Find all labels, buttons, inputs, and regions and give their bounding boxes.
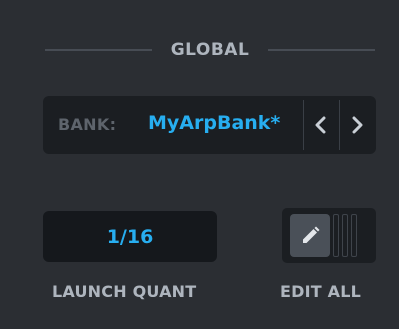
- chevron-left-icon: [315, 116, 326, 134]
- edit-all-pencil-button[interactable]: [290, 214, 330, 257]
- bank-divider: [339, 100, 340, 150]
- section-title: GLOBAL: [170, 40, 250, 60]
- bank-divider: [303, 100, 304, 150]
- launch-quant-label: LAUNCH QUANT: [52, 282, 197, 301]
- chevron-right-icon: [352, 116, 363, 134]
- launch-quant-selector[interactable]: 1/16: [43, 211, 217, 262]
- edit-layer-indicator: [333, 214, 339, 257]
- bank-label: BANK:: [58, 115, 117, 134]
- previous-bank-button[interactable]: [306, 110, 336, 140]
- header-divider-right: [268, 49, 375, 51]
- pencil-icon: [303, 226, 320, 243]
- edit-layer-indicator: [351, 214, 357, 257]
- global-settings-panel: GLOBAL BANK: MyArpBank* 1/16 LAUNCH QUAN…: [0, 0, 399, 329]
- header-divider-left: [45, 49, 152, 51]
- edit-layer-indicator: [342, 214, 348, 257]
- edit-all-label: EDIT ALL: [280, 282, 362, 301]
- next-bank-button[interactable]: [342, 110, 372, 140]
- bank-name-field[interactable]: MyArpBank*: [148, 110, 280, 136]
- launch-quant-value: 1/16: [106, 225, 154, 248]
